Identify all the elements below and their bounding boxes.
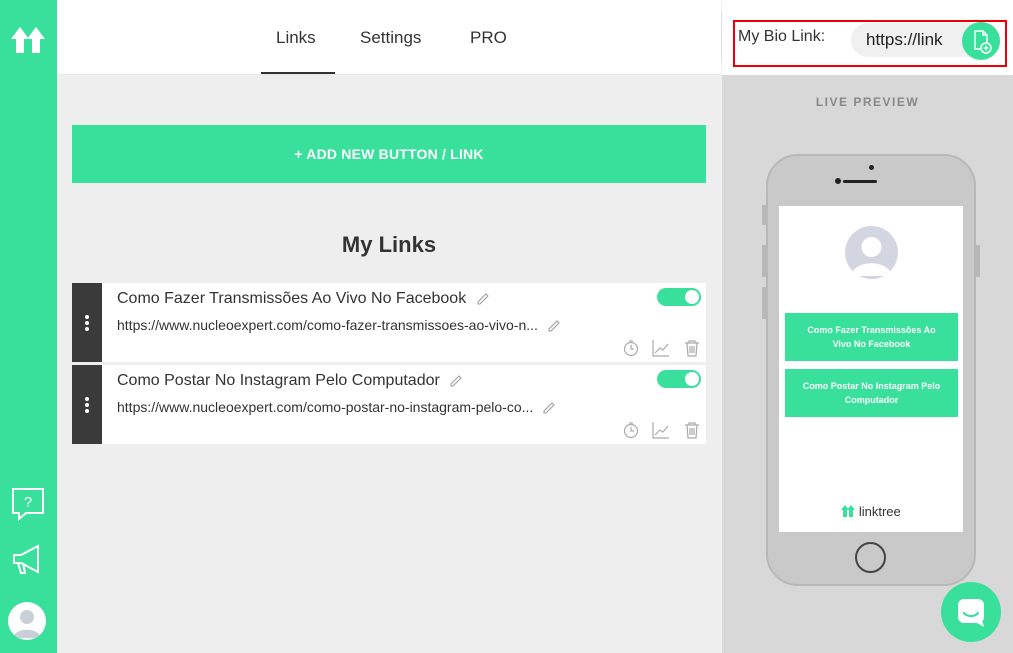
link-enabled-toggle[interactable]: [657, 288, 701, 306]
linktree-logo-icon[interactable]: [11, 25, 45, 55]
drag-handle[interactable]: [72, 365, 102, 444]
phone-side-button: [976, 245, 980, 277]
preview-link-button[interactable]: Como Fazer Transmissões Ao Vivo No Faceb…: [785, 313, 958, 361]
timer-icon[interactable]: [622, 339, 640, 357]
phone-home-button: [855, 542, 886, 573]
link-card: Como Postar No Instagram Pelo Computador…: [72, 365, 706, 444]
live-preview-heading: LIVE PREVIEW: [815, 95, 920, 109]
chat-icon: [958, 599, 984, 627]
trash-icon[interactable]: [683, 421, 701, 439]
preview-footer: linktree: [779, 504, 963, 519]
main-content: + ADD NEW BUTTON / LINK My Links Como Fa…: [57, 75, 721, 653]
top-navigation: Links Settings PRO: [57, 0, 721, 75]
chat-button[interactable]: [941, 582, 1001, 642]
add-new-link-button[interactable]: + ADD NEW BUTTON / LINK: [72, 125, 706, 183]
preview-avatar-icon: [845, 226, 898, 279]
pencil-icon[interactable]: [543, 402, 555, 414]
tab-settings[interactable]: Settings: [360, 28, 421, 48]
trash-icon[interactable]: [683, 339, 701, 357]
phone-camera: [869, 165, 874, 170]
svg-text:?: ?: [24, 494, 32, 511]
pencil-icon[interactable]: [548, 320, 560, 332]
phone-sensor: [835, 178, 841, 184]
phone-speaker: [843, 180, 877, 183]
highlight-box: [733, 20, 1007, 67]
link-title[interactable]: Como Postar No Instagram Pelo Computador: [117, 372, 462, 390]
linktree-small-logo-icon: [841, 505, 856, 517]
section-title: My Links: [341, 232, 437, 257]
phone-screen: Como Fazer Transmissões Ao Vivo No Faceb…: [779, 206, 963, 532]
pencil-icon[interactable]: [450, 375, 462, 387]
live-preview-panel: LIVE PREVIEW Como Fazer Transmissões Ao …: [722, 75, 1013, 653]
phone-mockup: Como Fazer Transmissões Ao Vivo No Faceb…: [766, 154, 976, 586]
analytics-icon[interactable]: [652, 339, 670, 357]
drag-handle[interactable]: [72, 283, 102, 362]
link-url[interactable]: https://www.nucleoexpert.com/como-fazer-…: [117, 317, 560, 333]
pencil-icon[interactable]: [477, 293, 489, 305]
link-card: Como Fazer Transmissões Ao Vivo No Faceb…: [72, 283, 706, 362]
header-divider: [721, 12, 722, 62]
tab-links[interactable]: Links: [276, 28, 316, 48]
link-url[interactable]: https://www.nucleoexpert.com/como-postar…: [117, 399, 555, 415]
link-enabled-toggle[interactable]: [657, 370, 701, 388]
tab-pro[interactable]: PRO: [470, 28, 507, 48]
analytics-icon[interactable]: [652, 421, 670, 439]
link-title[interactable]: Como Fazer Transmissões Ao Vivo No Faceb…: [117, 290, 489, 308]
left-sidebar: ?: [0, 0, 57, 653]
help-icon[interactable]: ?: [10, 486, 46, 522]
active-tab-indicator: [261, 72, 335, 74]
timer-icon[interactable]: [622, 421, 640, 439]
megaphone-icon[interactable]: [10, 542, 46, 578]
preview-link-button[interactable]: Como Postar No Instagram Pelo Computador: [785, 369, 958, 417]
user-avatar-icon[interactable]: [8, 602, 46, 640]
